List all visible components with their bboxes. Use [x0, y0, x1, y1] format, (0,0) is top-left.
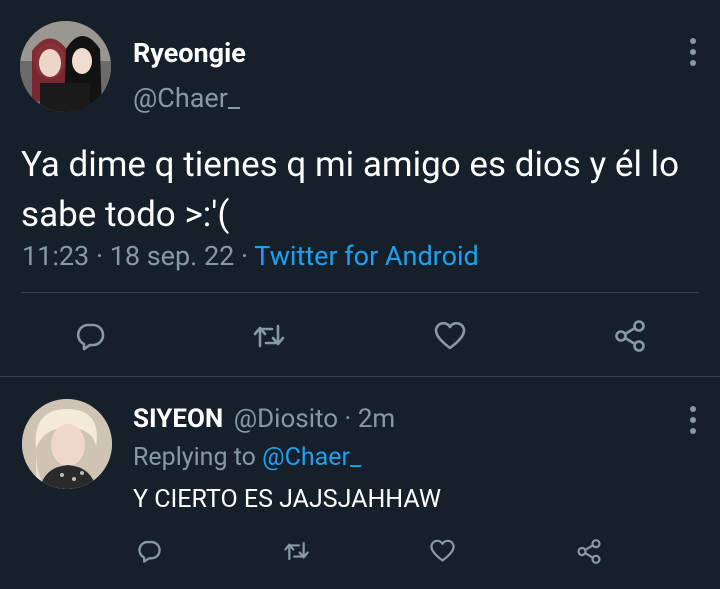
like-button[interactable]: [427, 536, 457, 566]
retweet-icon: [283, 541, 309, 561]
reply-button[interactable]: [69, 316, 111, 356]
meta-separator: ·: [338, 404, 358, 434]
share-icon: [577, 538, 601, 564]
main-tweet: Ryeongie @Chaer_ Ya dime q tienes q mi a…: [0, 0, 720, 376]
share-icon: [615, 320, 645, 352]
reply-display-name[interactable]: SIYEON: [133, 404, 223, 434]
retweet-icon: [253, 324, 285, 348]
like-icon: [429, 539, 455, 562]
author-avatar[interactable]: [20, 21, 111, 112]
tweet-text: Ya dime q tienes q mi amigo es dios y él…: [21, 144, 680, 235]
reply-age: 2m: [357, 404, 396, 434]
reply-text: Y CIERTO ES JAJSJAHHAW: [133, 485, 441, 514]
like-icon: [434, 321, 466, 350]
reply-button[interactable]: [134, 536, 164, 566]
reply-author-avatar[interactable]: [22, 399, 112, 489]
tweet-time: 11:23: [22, 240, 90, 272]
replying-to-link[interactable]: @Chaer_: [262, 443, 361, 472]
replying-to-label: Replying to: [133, 443, 263, 472]
like-button[interactable]: [429, 316, 471, 356]
more-options-icon[interactable]: [690, 38, 696, 66]
retweet-button[interactable]: [281, 536, 311, 566]
tweet-source-link[interactable]: Twitter for Android: [254, 240, 479, 272]
meta-separator: ·: [234, 240, 255, 272]
more-options-icon[interactable]: [690, 406, 696, 434]
reply-icon: [76, 323, 105, 351]
divider: [0, 376, 720, 377]
reply-header: SIYEON @Diosito · 2m: [133, 404, 395, 434]
retweet-button[interactable]: [248, 316, 290, 356]
author-display-name[interactable]: Ryeongie: [133, 37, 246, 69]
reply-handle[interactable]: @Diosito: [234, 404, 338, 434]
share-button[interactable]: [609, 316, 651, 356]
divider: [21, 292, 699, 293]
reply-icon: [138, 540, 161, 563]
replying-to: Replying to @Chaer_: [133, 443, 361, 472]
author-handle[interactable]: @Chaer_: [133, 82, 240, 114]
tweet-date: 18 sep. 22: [109, 240, 235, 272]
tweet-meta: 11:23 · 18 sep. 22 · Twitter for Android: [22, 240, 479, 272]
share-button[interactable]: [574, 536, 604, 566]
meta-separator: ·: [89, 240, 110, 272]
